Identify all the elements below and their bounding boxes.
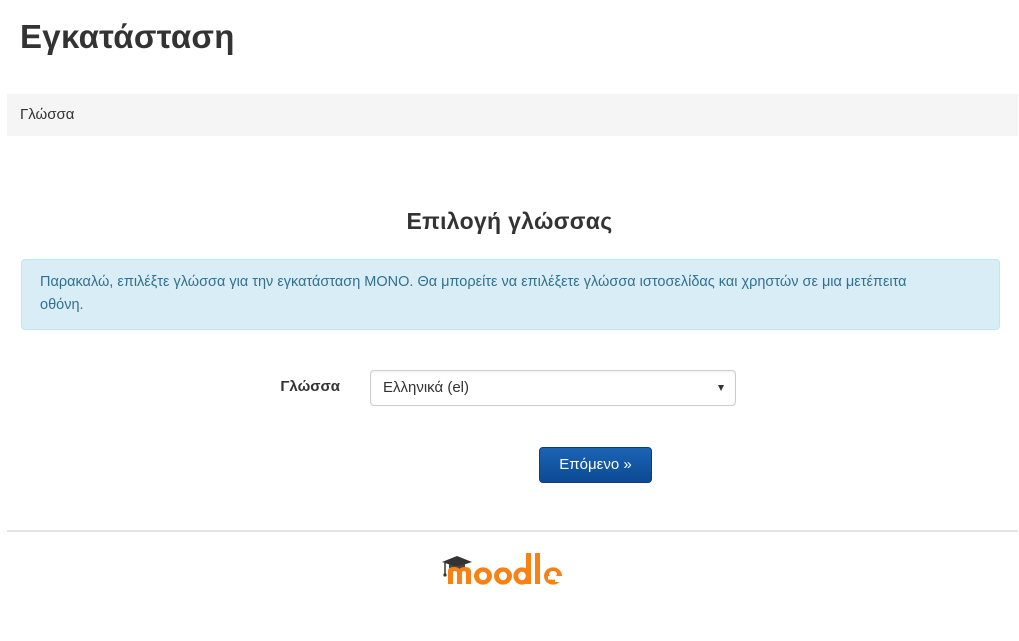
chevron-down-icon [718, 385, 724, 391]
language-select-value: Ελληνικά (el) [383, 379, 470, 396]
section-heading: Επιλογή γλώσσας [406, 208, 613, 234]
footer-divider [7, 530, 1018, 532]
language-label: Γλώσσα [280, 378, 340, 395]
moodle-logo-image [442, 553, 563, 585]
moodle-logo[interactable] [440, 548, 582, 590]
language-select[interactable]: Ελληνικά (el) [370, 370, 736, 406]
breadcrumb: Γλώσσα [7, 94, 1018, 136]
breadcrumb-item-language: Γλώσσα [20, 106, 75, 123]
next-button[interactable]: Επόμενο » [539, 447, 652, 483]
page-title: Εγκατάσταση [20, 18, 235, 55]
info-alert: Παρακαλώ, επιλέξτε γλώσσα για την εγκατά… [21, 259, 1000, 330]
